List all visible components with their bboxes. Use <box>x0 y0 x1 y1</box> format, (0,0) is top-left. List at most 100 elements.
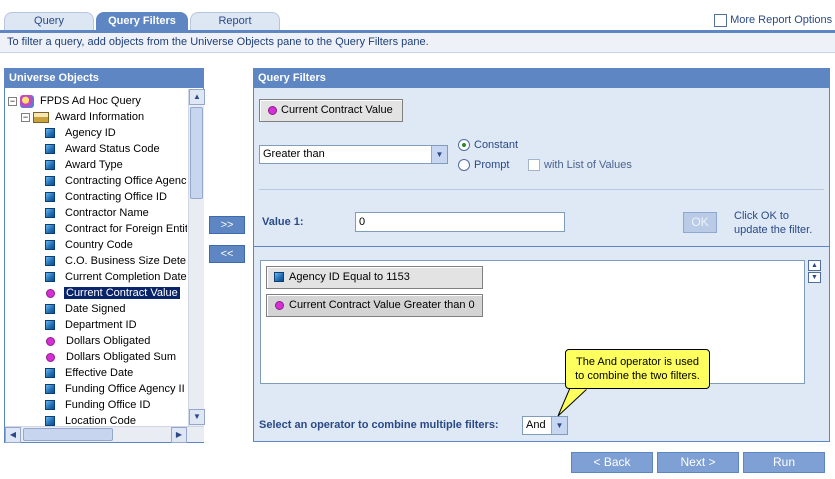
tree-item[interactable]: Dollars Obligated Sum <box>45 349 178 365</box>
dimension-icon <box>45 160 55 171</box>
chevron-down-icon[interactable]: ▼ <box>431 146 447 163</box>
scroll-thumb[interactable] <box>190 107 203 199</box>
chevron-down-icon[interactable]: ▼ <box>551 417 567 434</box>
tree-item[interactable]: Current Contract Value <box>45 285 180 301</box>
radio-prompt-label: Prompt <box>474 159 510 171</box>
ok-button[interactable]: OK <box>683 212 717 233</box>
tree-class[interactable]: − Award Information <box>21 109 146 125</box>
radio-constant-label: Constant <box>474 139 519 151</box>
tree-item[interactable]: Contracting Office Agenc <box>45 173 187 189</box>
divider <box>259 189 824 190</box>
radio-prompt-button[interactable] <box>458 159 470 172</box>
tree-item-label: Contractor Name <box>65 207 149 219</box>
tree-item-label: Award Status Code <box>65 143 160 155</box>
add-filter-button[interactable]: >> <box>209 216 245 234</box>
scroll-hthumb[interactable] <box>23 428 113 441</box>
dimension-icon <box>45 368 55 379</box>
filter-item-contract-value[interactable]: Current Contract Value Greater than 0 <box>266 294 483 317</box>
tree-item[interactable]: Agency ID <box>45 125 118 141</box>
tree-item[interactable]: Award Type <box>45 157 125 173</box>
tree-item[interactable]: Contract for Foreign Entit <box>45 221 187 237</box>
section-divider <box>254 246 830 247</box>
filter-item-label: Current Contract Value Greater than 0 <box>289 299 475 311</box>
tree-item-label: Location Code <box>65 415 136 426</box>
tree-item[interactable]: Contractor Name <box>45 205 151 221</box>
universe-objects-title: Universe Objects <box>5 69 203 88</box>
tree-item[interactable]: Country Code <box>45 237 135 253</box>
dimension-icon <box>274 272 284 283</box>
remove-filter-button[interactable]: << <box>209 245 245 263</box>
combine-operator-select[interactable]: And ▼ <box>522 416 568 435</box>
tree-item[interactable]: Contracting Office ID <box>45 189 169 205</box>
info-bar: To filter a query, add objects from the … <box>0 33 835 53</box>
collapse-icon[interactable]: − <box>21 112 30 122</box>
tree-item[interactable]: Funding Office Agency II <box>45 381 187 397</box>
dimension-icon <box>45 128 55 139</box>
tree-item-label: Current Contract Value <box>64 287 180 299</box>
callout-pointer <box>557 388 589 417</box>
radio-constant-button[interactable] <box>458 139 470 152</box>
tree-item[interactable]: Department ID <box>45 317 139 333</box>
measure-icon <box>275 300 284 310</box>
tab-report[interactable]: Report <box>190 12 280 30</box>
list-of-values-option[interactable]: with List of Values <box>528 158 632 172</box>
tree-item-label: Funding Office ID <box>65 399 151 411</box>
universe-horizontal-scrollbar[interactable]: ◀ ▶ <box>5 426 204 443</box>
combine-operator-value: And <box>526 419 546 431</box>
tree-item[interactable]: Current Completion Date <box>45 269 187 285</box>
scroll-right-icon[interactable]: ▶ <box>171 427 187 443</box>
more-report-options-checkbox[interactable] <box>714 13 727 27</box>
tree-item-label: Effective Date <box>65 367 134 379</box>
tree-item[interactable]: Dollars Obligated <box>45 333 152 349</box>
tab-query-filters[interactable]: Query Filters <box>96 12 188 30</box>
tree-item[interactable]: Location Code <box>45 413 138 426</box>
dimension-icon <box>45 192 55 203</box>
tree-root-label: FPDS Ad Hoc Query <box>40 95 141 107</box>
operator-select[interactable]: Greater than ▼ <box>259 145 448 164</box>
tree-item[interactable]: Effective Date <box>45 365 135 381</box>
filter-order-buttons: ▲ ▼ <box>808 260 824 284</box>
radio-prompt[interactable]: Prompt <box>458 158 509 172</box>
operator-select-value: Greater than <box>263 148 325 160</box>
dimension-icon <box>45 416 55 426</box>
run-button[interactable]: Run <box>743 452 825 473</box>
measure-icon <box>46 336 55 346</box>
move-up-icon[interactable]: ▲ <box>808 260 821 271</box>
tree-item[interactable]: Award Status Code <box>45 141 162 157</box>
scroll-left-icon[interactable]: ◀ <box>5 427 21 443</box>
tree-item-label: Dollars Obligated Sum <box>66 351 177 363</box>
scroll-up-icon[interactable]: ▲ <box>189 89 205 105</box>
dimension-icon <box>45 320 55 331</box>
tree-item[interactable]: Funding Office ID <box>45 397 152 413</box>
query-filters-panel: Query Filters <box>253 68 830 442</box>
value-1-label: Value 1: <box>262 216 304 228</box>
list-of-values-label: with List of Values <box>544 159 632 171</box>
tree-root[interactable]: − FPDS Ad Hoc Query <box>8 93 143 109</box>
list-of-values-checkbox[interactable] <box>528 159 540 172</box>
selected-object-label: Current Contract Value <box>281 104 393 116</box>
universe-icon <box>20 94 34 108</box>
tree-item[interactable]: C.O. Business Size Dete <box>45 253 187 269</box>
dimension-icon <box>45 304 55 315</box>
more-report-options[interactable]: More Report Options <box>714 13 832 27</box>
collapse-icon[interactable]: − <box>8 96 17 106</box>
tab-query[interactable]: Query <box>4 12 94 30</box>
selected-object-button[interactable]: Current Contract Value <box>259 99 403 122</box>
next-button[interactable]: Next > <box>657 452 739 473</box>
filter-item-agency-id[interactable]: Agency ID Equal to 1153 <box>266 266 483 289</box>
tree-item-label: Contract for Foreign Entit <box>65 223 187 235</box>
move-down-icon[interactable]: ▼ <box>808 272 821 283</box>
dimension-icon <box>45 176 55 187</box>
tree-item-label: Current Completion Date <box>65 271 187 283</box>
value-1-input[interactable] <box>355 212 565 232</box>
tree-item-label: Contracting Office Agenc <box>65 175 187 187</box>
class-folder-icon <box>33 111 49 123</box>
tree-item[interactable]: Date Signed <box>45 301 128 317</box>
scroll-down-icon[interactable]: ▼ <box>189 409 205 425</box>
radio-constant[interactable]: Constant <box>458 138 518 152</box>
tree-class-label: Award Information <box>55 111 145 123</box>
tree-item-label: Dollars Obligated <box>66 335 151 347</box>
back-button[interactable]: < Back <box>571 452 653 473</box>
dimension-icon <box>45 400 55 411</box>
universe-vertical-scrollbar[interactable]: ▲ ▼ <box>188 89 205 426</box>
